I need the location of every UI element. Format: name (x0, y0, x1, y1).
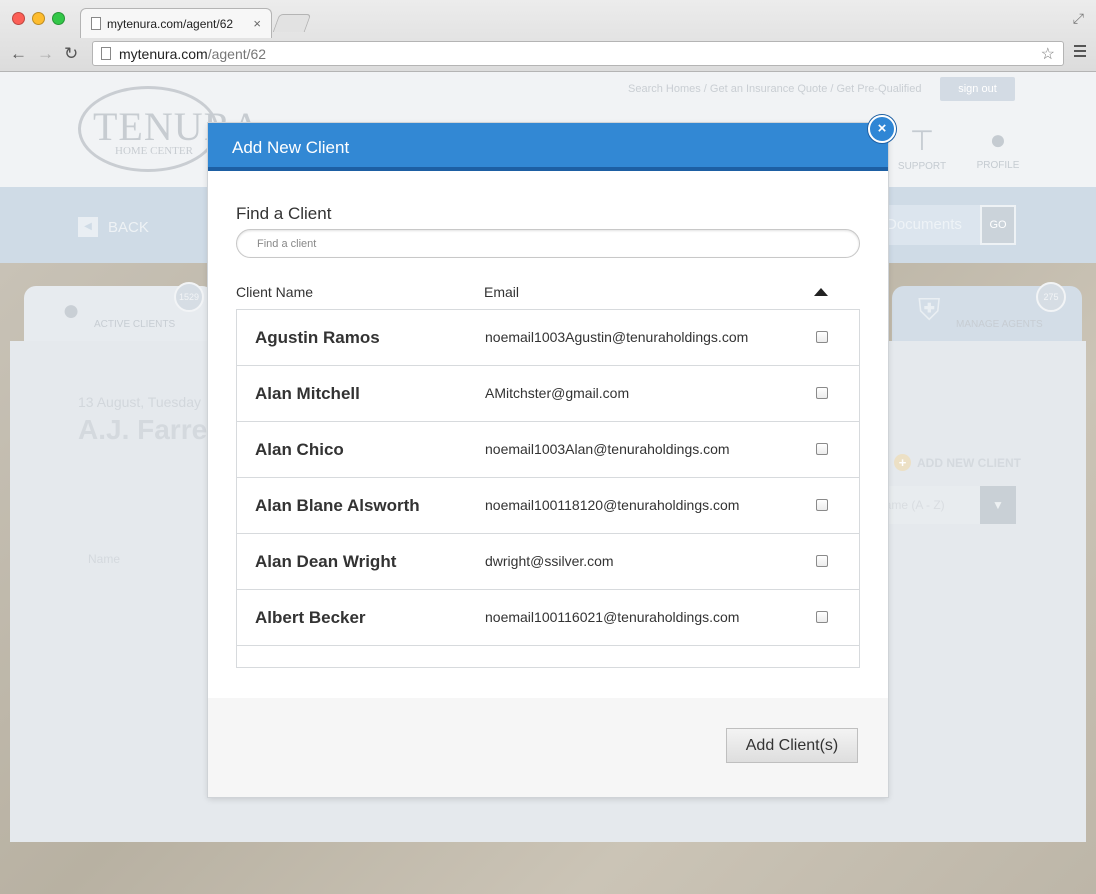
tab-title: mytenura.com/agent/62 (107, 16, 234, 31)
client-name-cell: Alan Blane Alsworth (255, 496, 420, 515)
client-search-input[interactable] (236, 229, 860, 258)
client-name-cell: Alan Mitchell (255, 384, 360, 403)
client-email-cell: noemail100116021@tenuraholdings.com (485, 609, 740, 625)
url-host: mytenura.com (119, 45, 208, 62)
sort-ascending-icon[interactable] (814, 288, 828, 296)
table-row[interactable]: Alan Mitchell AMitchster@gmail.com (237, 366, 859, 422)
select-client-checkbox[interactable] (816, 443, 828, 455)
modal-header: Add New Client (208, 123, 888, 171)
find-client-label: Find a Client (236, 204, 332, 223)
page-icon (101, 47, 111, 60)
client-name-cell: Alan Dean Wright (255, 552, 397, 571)
close-window-button[interactable] (12, 12, 25, 25)
client-list[interactable]: Agustin Ramos noemail1003Agustin@tenuraho… (236, 309, 860, 668)
client-name-cell: Agustin Ramos (255, 328, 380, 347)
add-clients-button[interactable]: Add Client(s) (726, 728, 858, 763)
client-email-cell: noemail1003Alan@tenuraholdings.com (485, 441, 730, 457)
page-icon (91, 17, 101, 30)
client-name-cell: Alan Chico (255, 440, 344, 459)
fullscreen-icon[interactable]: ⤢ (1073, 10, 1084, 27)
table-row-partial[interactable] (237, 646, 859, 667)
add-new-client-modal: Add New Client × Find a Client Client Na… (208, 115, 896, 797)
select-client-checkbox[interactable] (816, 555, 828, 567)
email-column-header: Email (484, 284, 520, 300)
table-row[interactable]: Alan Blane Alsworth noemail100118120@tenu… (237, 478, 859, 534)
select-client-checkbox[interactable] (816, 387, 828, 399)
back-arrow-icon[interactable]: ← (10, 44, 27, 64)
close-icon[interactable]: × (868, 115, 896, 143)
new-tab-button[interactable] (272, 14, 312, 32)
browser-menu-icon[interactable] (1074, 45, 1086, 60)
modal-footer: Add Client(s) (208, 698, 888, 797)
modal-title: Add New Client (232, 138, 350, 157)
select-client-checkbox[interactable] (816, 611, 828, 623)
url-path: /agent/62 (207, 45, 267, 62)
browser-chrome: mytenura.com/agent/62 × ⤢ ← → ↻ mytenura… (0, 0, 1096, 72)
table-row[interactable]: Albert Becker noemail100116021@tenurahold… (237, 590, 859, 646)
zoom-window-button[interactable] (52, 12, 65, 25)
client-name-cell: Albert Becker (255, 608, 366, 627)
client-email-cell: noemail1003Agustin@tenuraholdings.com (485, 329, 749, 345)
tab-close-icon[interactable]: × (253, 16, 261, 31)
browser-tab[interactable]: mytenura.com/agent/62 × (80, 8, 272, 38)
table-row[interactable]: Agustin Ramos noemail1003Agustin@tenuraho… (237, 310, 859, 366)
client-name-column-header: Client Name (236, 284, 314, 300)
client-email-cell: dwright@ssilver.com (485, 553, 614, 569)
table-row[interactable]: Alan Dean Wright dwright@ssilver.com (237, 534, 859, 590)
reload-icon[interactable]: ↻ (64, 44, 78, 64)
client-email-cell: noemail100118120@tenuraholdings.com (485, 497, 740, 513)
forward-arrow-icon[interactable]: → (37, 44, 54, 64)
address-bar[interactable]: mytenura.com/agent/62 ☆ (92, 41, 1064, 66)
select-client-checkbox[interactable] (816, 331, 828, 343)
client-email-cell: AMitchster@gmail.com (485, 385, 630, 401)
minimize-window-button[interactable] (32, 12, 45, 25)
table-row[interactable]: Alan Chico noemail1003Alan@tenuraholdings… (237, 422, 859, 478)
bookmark-star-icon[interactable]: ☆ (1041, 44, 1055, 64)
select-client-checkbox[interactable] (816, 499, 828, 511)
